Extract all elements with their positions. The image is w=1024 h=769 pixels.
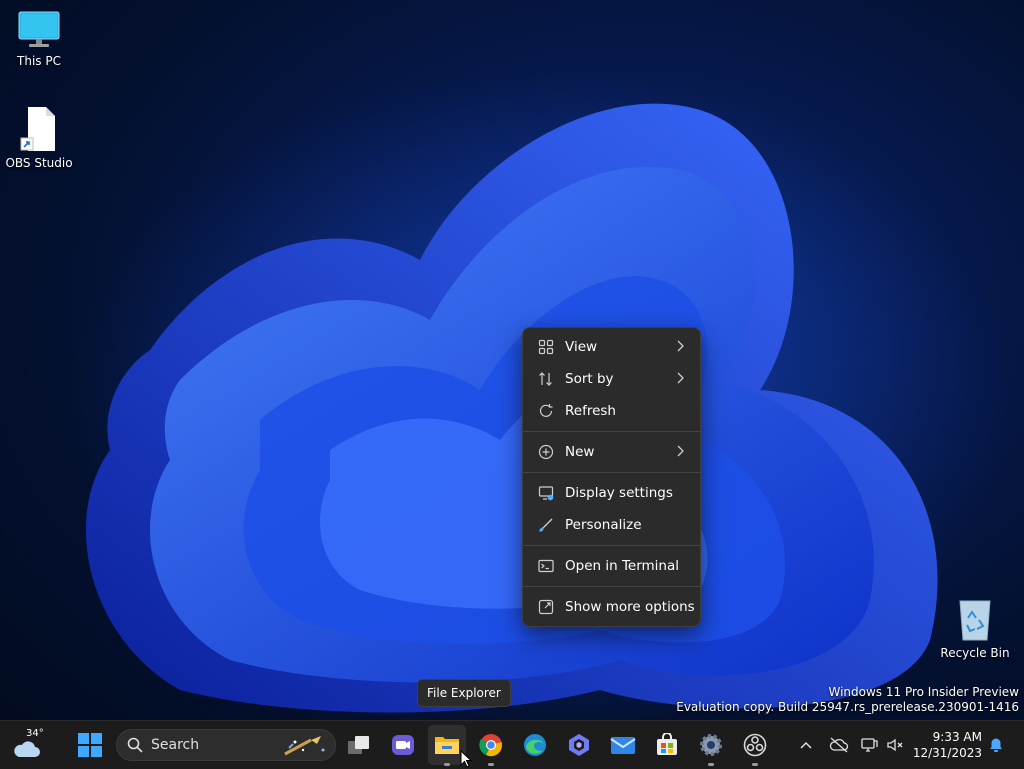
desktop-icon-recycle-bin[interactable]: Recycle Bin [937, 598, 1013, 660]
recycle-bin-icon [959, 600, 991, 641]
sort-icon [537, 370, 555, 388]
taskbar-app-mail[interactable] [603, 721, 643, 769]
display-settings-icon [537, 484, 555, 502]
cloud-icon [14, 741, 41, 757]
running-indicator [752, 763, 758, 766]
cloud-offline-icon [829, 737, 849, 753]
taskbar-app-store[interactable] [647, 721, 687, 769]
menu-separator [523, 431, 700, 432]
menu-item-open-in-terminal[interactable]: Open in Terminal [523, 550, 700, 582]
running-indicator [488, 763, 494, 766]
menu-separator [523, 545, 700, 546]
menu-item-view[interactable]: View [523, 331, 700, 363]
brush-icon [537, 516, 555, 534]
menu-item-sort-by[interactable]: Sort by [523, 363, 700, 395]
network-icon [861, 738, 878, 752]
notifications-button[interactable] [985, 721, 1007, 769]
taskbar-app-obs-studio[interactable] [735, 721, 775, 769]
folder-icon [435, 737, 459, 754]
taskbar-task-view[interactable] [339, 721, 379, 769]
menu-item-label: Personalize [565, 517, 642, 533]
gear-icon [700, 734, 722, 756]
taskbar-app-meet[interactable] [383, 721, 423, 769]
plus-circle-icon [537, 443, 555, 461]
chevron-right-icon [676, 372, 684, 388]
menu-separator [523, 472, 700, 473]
desktop-icon-this-pc[interactable]: This PC [1, 10, 77, 68]
running-indicator [444, 763, 450, 766]
menu-item-label: Refresh [565, 403, 616, 419]
search-placeholder: Search [151, 737, 200, 753]
menu-separator [523, 586, 700, 587]
watermark-line-1: Windows 11 Pro Insider Preview [828, 685, 1019, 699]
refresh-icon [537, 402, 555, 420]
taskbar-search-box[interactable]: Search [116, 729, 336, 761]
bell-icon [990, 738, 1002, 752]
taskbar-clock[interactable]: 9:33 AM 12/31/2023 [913, 729, 982, 761]
menu-item-refresh[interactable]: Refresh [523, 395, 700, 427]
mouse-cursor-icon [460, 750, 472, 768]
store-icon [657, 733, 677, 755]
edge-icon [524, 734, 546, 756]
video-camera-icon [392, 735, 414, 755]
menu-item-label: Show more options [565, 599, 695, 615]
taskbar-app-settings[interactable] [691, 721, 731, 769]
more-options-icon [537, 598, 555, 616]
windows-watermark: Windows 11 Pro Insider Preview Evaluatio… [676, 685, 1019, 715]
watermark-line-2: Evaluation copy. Build 25947.rs_prerelea… [676, 700, 1019, 714]
shortcut-file-icon [20, 107, 55, 151]
desktop-icon-label: Recycle Bin [940, 646, 1010, 660]
menu-item-label: View [565, 339, 598, 355]
menu-item-show-more-options[interactable]: Show more options [523, 591, 700, 623]
speaker-muted-icon [887, 738, 903, 752]
clock-time: 9:33 AM [932, 730, 982, 744]
mail-icon [610, 737, 636, 754]
desktop-wallpaper [70, 70, 1010, 720]
tray-volume[interactable] [884, 721, 906, 769]
taskbar-app-copilot[interactable] [559, 721, 599, 769]
chevron-right-icon [676, 445, 684, 461]
chrome-icon [479, 734, 502, 757]
taskbar-tooltip: File Explorer [417, 679, 511, 707]
start-button[interactable] [70, 721, 110, 769]
running-indicator [708, 763, 714, 766]
obs-studio-icon [743, 733, 767, 757]
tray-network[interactable] [858, 721, 880, 769]
menu-item-personalize[interactable]: Personalize [523, 509, 700, 541]
desktop-icon-label: This PC [17, 54, 61, 68]
menu-item-label: Display settings [565, 485, 673, 501]
taskbar: 34° Search 9:33 AM 12/31/2023 [0, 720, 1024, 769]
windows-logo-icon [78, 733, 102, 757]
desktop-icon-obs-studio[interactable]: OBS Studio [1, 106, 77, 170]
menu-item-display-settings[interactable]: Display settings [523, 477, 700, 509]
copilot-icon [569, 734, 589, 756]
monitor-icon [18, 11, 60, 47]
chevron-right-icon [676, 340, 684, 356]
menu-item-label: New [565, 444, 595, 460]
desktop-context-menu: View Sort by Refresh New Display setting… [522, 327, 701, 627]
terminal-icon [537, 557, 555, 575]
taskbar-app-edge[interactable] [515, 721, 555, 769]
menu-item-label: Sort by [565, 371, 614, 387]
weather-widget[interactable]: 34° [4, 721, 48, 769]
taskbar-app-chrome[interactable] [471, 721, 511, 769]
search-highlight-icon [284, 736, 325, 756]
menu-item-label: Open in Terminal [565, 558, 679, 574]
search-icon [127, 737, 143, 753]
clock-date: 12/31/2023 [912, 746, 982, 760]
grid-icon [537, 338, 555, 356]
show-hidden-icons-button[interactable] [795, 721, 817, 769]
weather-temperature: 34° [26, 728, 44, 739]
tray-onedrive[interactable] [826, 721, 852, 769]
chevron-up-icon [800, 741, 812, 749]
task-view-icon [348, 736, 369, 754]
menu-item-new[interactable]: New [523, 436, 700, 468]
desktop-icon-label: OBS Studio [5, 156, 73, 170]
